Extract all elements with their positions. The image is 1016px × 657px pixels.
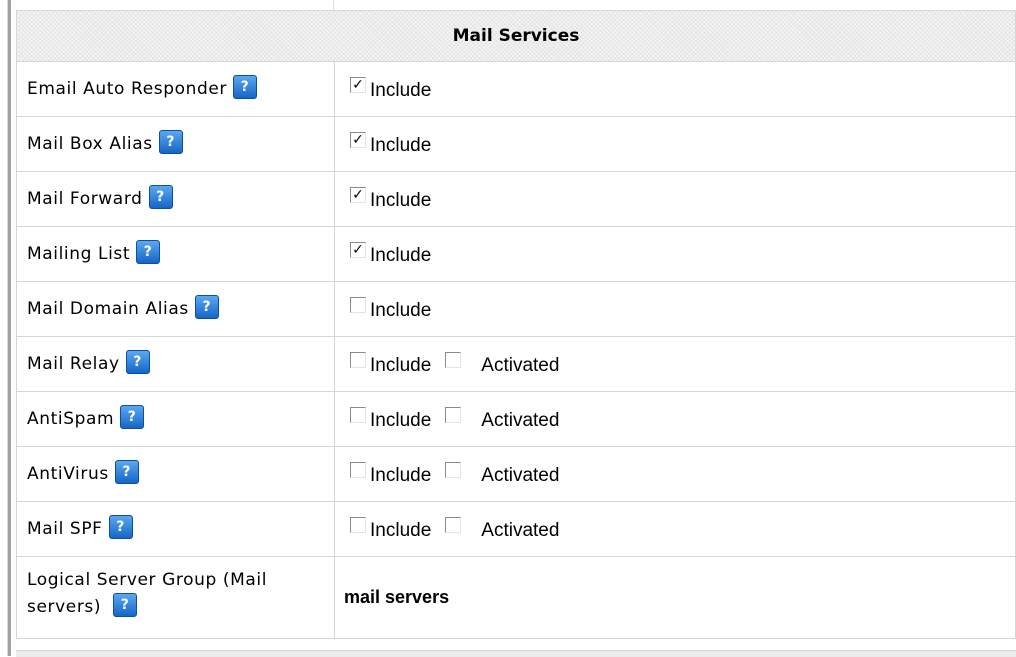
- include-checkbox[interactable]: ✓: [350, 187, 366, 203]
- service-options-cell: ✓ Include: [334, 61, 1016, 117]
- help-icon[interactable]: ?: [108, 515, 133, 539]
- include-label: Include: [370, 300, 432, 321]
- service-label-cell: Mail SPF?: [16, 501, 335, 557]
- include-checkbox[interactable]: ✓: [350, 132, 366, 148]
- activated-label: Activated: [481, 465, 560, 486]
- left-frame-edge: [0, 0, 8, 656]
- section-title: Mail Services: [16, 10, 1016, 62]
- service-options-cell: Include Activated: [334, 501, 1016, 557]
- checkmark-icon: ✓: [352, 187, 364, 203]
- service-label-cell: Mailing List?: [16, 226, 335, 282]
- service-label: Mail SPF: [27, 519, 103, 539]
- include-checkbox[interactable]: [350, 352, 366, 368]
- include-checkbox[interactable]: [350, 297, 366, 313]
- checkmark-icon: ✓: [352, 77, 364, 93]
- service-options-cell: Include Activated: [334, 336, 1016, 392]
- include-checkbox[interactable]: [350, 407, 366, 423]
- include-checkbox[interactable]: [350, 462, 366, 478]
- help-icon[interactable]: ?: [148, 185, 173, 209]
- service-row: AntiVirus? Include Activated: [16, 446, 1016, 502]
- service-row: Mail Box Alias? ✓ Include: [16, 116, 1016, 172]
- service-label-cell: AntiVirus?: [16, 446, 335, 502]
- server-group-value: mail servers: [334, 556, 1016, 639]
- service-options-cell: ✓ Include: [334, 226, 1016, 282]
- service-rows: Email Auto Responder? ✓ Include Mail Box Al…: [16, 61, 1016, 557]
- help-icon[interactable]: ?: [113, 593, 138, 617]
- service-row: Mailing List? ✓ Include: [16, 226, 1016, 282]
- service-label: Mailing List: [27, 244, 131, 264]
- service-label: Mail Relay: [27, 354, 120, 374]
- service-label-cell: Mail Box Alias?: [16, 116, 335, 172]
- help-icon[interactable]: ?: [158, 130, 183, 154]
- include-checkbox[interactable]: [350, 517, 366, 533]
- service-row: Email Auto Responder? ✓ Include: [16, 61, 1016, 117]
- top-strip-divider: [333, 0, 334, 10]
- top-strip: [11, 0, 1016, 10]
- include-label: Include: [370, 80, 432, 101]
- service-label: AntiVirus: [27, 464, 109, 484]
- service-label-cell: AntiSpam?: [16, 391, 335, 447]
- help-icon[interactable]: ?: [125, 350, 150, 374]
- include-label: Include: [370, 520, 432, 541]
- service-label-cell: Email Auto Responder?: [16, 61, 335, 117]
- help-icon[interactable]: ?: [136, 240, 161, 264]
- service-options-cell: Include: [334, 281, 1016, 337]
- section-header-row: Mail Services: [16, 10, 1016, 62]
- activated-label: Activated: [481, 355, 560, 376]
- help-icon[interactable]: ?: [120, 405, 145, 429]
- include-checkbox[interactable]: ✓: [350, 242, 366, 258]
- service-row: AntiSpam? Include Activated: [16, 391, 1016, 447]
- activated-label: Activated: [481, 520, 560, 541]
- server-group-label-cell: Logical Server Group (Mail servers) ?: [16, 556, 335, 639]
- service-options-cell: Include Activated: [334, 391, 1016, 447]
- activated-label: Activated: [481, 410, 560, 431]
- mail-services-table: Mail Services Email Auto Responder? ✓ Incl…: [16, 10, 1016, 639]
- service-label: Mail Domain Alias: [27, 299, 189, 319]
- include-label: Include: [370, 190, 432, 211]
- service-options-cell: Include Activated: [334, 446, 1016, 502]
- service-row: Mail Domain Alias? Include: [16, 281, 1016, 337]
- include-label: Include: [370, 245, 432, 266]
- service-label: Mail Forward: [27, 189, 143, 209]
- activated-checkbox[interactable]: [445, 407, 462, 423]
- activated-checkbox[interactable]: [445, 352, 462, 368]
- activated-checkbox[interactable]: [445, 462, 462, 478]
- help-icon[interactable]: ?: [233, 75, 258, 99]
- service-label: Email Auto Responder: [27, 79, 228, 99]
- checkmark-icon: ✓: [352, 242, 364, 258]
- server-group-row: Logical Server Group (Mail servers) ? ma…: [16, 556, 1016, 639]
- server-group-label-line1: Logical Server Group (Mail: [27, 570, 268, 590]
- help-icon[interactable]: ?: [194, 295, 219, 319]
- service-row: Mail Relay? Include Activated: [16, 336, 1016, 392]
- activated-checkbox[interactable]: [445, 517, 462, 533]
- include-label: Include: [370, 410, 432, 431]
- left-frame-border: [8, 0, 11, 656]
- service-row: Mail SPF? Include Activated: [16, 501, 1016, 557]
- help-icon[interactable]: ?: [114, 460, 139, 484]
- include-label: Include: [370, 355, 432, 376]
- checkmark-icon: ✓: [352, 132, 364, 148]
- server-group-label-line2: servers): [27, 597, 102, 617]
- include-checkbox[interactable]: ✓: [350, 77, 366, 93]
- service-label: AntiSpam: [27, 409, 115, 429]
- service-label-cell: Mail Relay?: [16, 336, 335, 392]
- service-label-cell: Mail Forward?: [16, 171, 335, 227]
- service-options-cell: ✓ Include: [334, 171, 1016, 227]
- service-options-cell: ✓ Include: [334, 116, 1016, 172]
- include-label: Include: [370, 465, 432, 486]
- service-row: Mail Forward? ✓ Include: [16, 171, 1016, 227]
- service-label: Mail Box Alias: [27, 134, 153, 154]
- service-label-cell: Mail Domain Alias?: [16, 281, 335, 337]
- include-label: Include: [370, 135, 432, 156]
